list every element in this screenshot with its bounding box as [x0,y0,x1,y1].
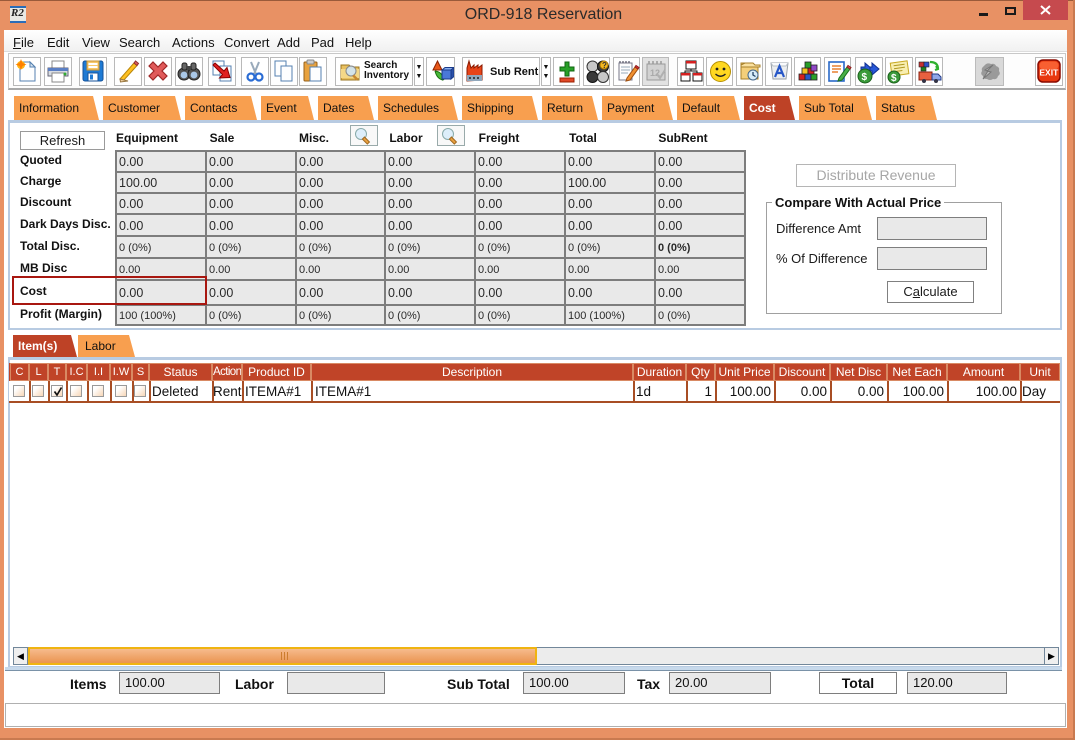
svg-text:$: $ [891,73,897,84]
svg-text:$: $ [862,72,868,83]
svg-text:EXIT: EXIT [1039,68,1059,78]
svg-text:?: ? [602,61,607,70]
